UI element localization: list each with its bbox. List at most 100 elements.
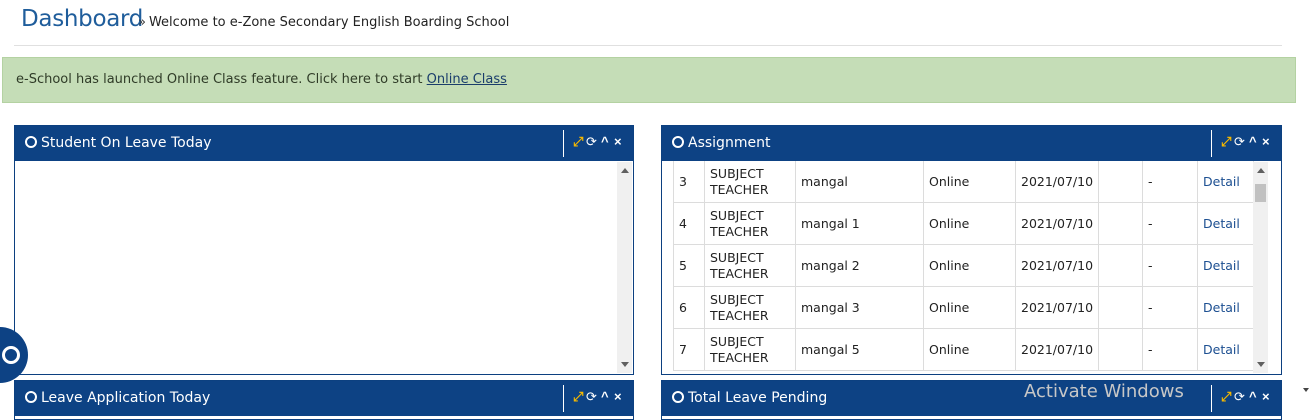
widget-title-text: Student On Leave Today xyxy=(41,135,212,151)
widget-title: Leave Application Today xyxy=(25,390,210,406)
scroll-up-icon[interactable] xyxy=(1257,168,1265,173)
close-icon[interactable]: × xyxy=(614,135,622,149)
mode-cell: Online xyxy=(923,202,1016,245)
mode-cell: Online xyxy=(923,244,1016,287)
collapse-icon[interactable]: ^ xyxy=(1249,390,1257,404)
assignment-title-cell: mangal 5 xyxy=(795,328,924,371)
empty-cell xyxy=(1098,328,1144,371)
teacher-cell: SUBJECT TEACHER xyxy=(704,160,796,203)
empty-cell xyxy=(1098,160,1144,203)
collapse-icon[interactable]: ^ xyxy=(601,390,609,404)
widget-header: Assignment ⤢ ⟳ ^ × xyxy=(662,126,1281,161)
detail-cell: Detail xyxy=(1197,286,1255,329)
student-on-leave-widget: Student On Leave Today ⤢ ⟳ ^ × xyxy=(14,125,634,375)
detail-link[interactable]: Detail xyxy=(1203,174,1240,189)
scroll-down-icon[interactable] xyxy=(621,362,629,367)
table-row: 5 SUBJECT TEACHER mangal 2 Online 2021/07/10… xyxy=(673,244,1255,287)
table-row: 4 SUBJECT TEACHER mangal 1 Online 2021/07/10… xyxy=(673,202,1255,245)
scroll-down-icon[interactable] xyxy=(1257,362,1265,367)
table-row: 6 SUBJECT TEACHER mangal 3 Online 2021/07/10… xyxy=(673,286,1255,329)
welcome-text: Welcome to e-Zone Secondary English Boar… xyxy=(148,15,510,30)
welcome-message: » Welcome to e-Zone Secondary English Boa… xyxy=(138,15,509,30)
teacher-cell: SUBJECT TEACHER xyxy=(704,244,796,287)
mode-cell: Online xyxy=(923,286,1016,329)
detail-link[interactable]: Detail xyxy=(1203,216,1240,231)
clock-icon xyxy=(25,391,37,403)
date-cell: 2021/07/10 xyxy=(1014,328,1100,371)
assignment-title-cell: mangal 2 xyxy=(795,244,924,287)
teacher-cell: SUBJECT TEACHER xyxy=(704,328,796,371)
breadcrumb-separator-icon: » xyxy=(138,15,146,30)
detail-cell: Detail xyxy=(1197,202,1255,245)
page-scroll-down-icon[interactable] xyxy=(1303,388,1309,392)
date-cell: 2021/07/10 xyxy=(1014,160,1100,203)
expand-icon[interactable]: ⤢ xyxy=(573,390,583,404)
detail-link[interactable]: Detail xyxy=(1203,342,1240,357)
widget-title-text: Total Leave Pending xyxy=(688,390,828,406)
online-class-link[interactable]: Online Class xyxy=(427,72,507,87)
collapse-icon[interactable]: ^ xyxy=(1249,135,1257,149)
expand-icon[interactable]: ⤢ xyxy=(1221,135,1231,149)
date-cell: 2021/07/10 xyxy=(1014,202,1100,245)
activate-windows-watermark: Activate Windows xyxy=(1024,381,1184,402)
close-icon[interactable]: × xyxy=(614,390,622,404)
detail-cell: Detail xyxy=(1197,244,1255,287)
widget-header: Student On Leave Today ⤢ ⟳ ^ × xyxy=(15,126,633,161)
expand-icon[interactable]: ⤢ xyxy=(573,135,583,149)
status-cell: - xyxy=(1142,286,1199,329)
teacher-cell: SUBJECT TEACHER xyxy=(704,286,796,329)
page-title: Dashboard xyxy=(21,6,144,32)
scroll-up-icon[interactable] xyxy=(621,168,629,173)
alert-text: e-School has launched Online Class featu… xyxy=(16,72,427,87)
row-number: 5 xyxy=(673,244,705,287)
status-cell: - xyxy=(1142,244,1199,287)
widget-tools: ⤢ ⟳ ^ × xyxy=(1211,385,1281,412)
assignment-title-cell: mangal 3 xyxy=(795,286,924,329)
widget-title: Student On Leave Today xyxy=(25,135,212,151)
page-header: Dashboard » Welcome to e-Zone Secondary E… xyxy=(14,0,1282,46)
detail-cell: Detail xyxy=(1197,160,1255,203)
leave-application-widget: Leave Application Today ⤢ ⟳ ^ × xyxy=(14,380,634,420)
clock-icon xyxy=(672,136,684,148)
row-number: 7 xyxy=(673,328,705,371)
status-cell: - xyxy=(1142,328,1199,371)
collapse-icon[interactable]: ^ xyxy=(601,135,609,149)
clock-icon xyxy=(25,136,37,148)
detail-link[interactable]: Detail xyxy=(1203,300,1240,315)
detail-cell: Detail xyxy=(1197,328,1255,371)
date-cell: 2021/07/10 xyxy=(1014,286,1100,329)
widget-header: Total Leave Pending ⤢ ⟳ ^ × xyxy=(662,381,1281,416)
assignment-title-cell: mangal 1 xyxy=(795,202,924,245)
empty-cell xyxy=(1098,244,1144,287)
scrollbar[interactable] xyxy=(617,162,632,373)
detail-link[interactable]: Detail xyxy=(1203,258,1240,273)
widget-tools: ⤢ ⟳ ^ × xyxy=(1211,130,1281,157)
widget-header: Leave Application Today ⤢ ⟳ ^ × xyxy=(15,381,633,416)
date-cell: 2021/07/10 xyxy=(1014,244,1100,287)
expand-icon[interactable]: ⤢ xyxy=(1221,390,1231,404)
refresh-icon[interactable]: ⟳ xyxy=(586,135,597,149)
widget-tools: ⤢ ⟳ ^ × xyxy=(563,130,633,157)
teacher-cell: SUBJECT TEACHER xyxy=(704,202,796,245)
status-cell: - xyxy=(1142,160,1199,203)
total-leave-pending-widget: Total Leave Pending ⤢ ⟳ ^ × xyxy=(661,380,1282,420)
clock-icon xyxy=(672,391,684,403)
assignment-title-cell: mangal xyxy=(795,160,924,203)
widget-title: Total Leave Pending xyxy=(672,390,827,406)
row-number: 3 xyxy=(673,160,705,203)
row-number: 6 xyxy=(673,286,705,329)
close-icon[interactable]: × xyxy=(1262,390,1270,404)
widget-tools: ⤢ ⟳ ^ × xyxy=(563,385,633,412)
refresh-icon[interactable]: ⟳ xyxy=(586,390,597,404)
scroll-thumb[interactable] xyxy=(1255,184,1266,202)
online-class-alert: e-School has launched Online Class featu… xyxy=(2,57,1296,103)
refresh-icon[interactable]: ⟳ xyxy=(1234,390,1245,404)
refresh-icon[interactable]: ⟳ xyxy=(1234,135,1245,149)
assignment-table: 2Pandeytest by santoshOnline2021/07/13De… xyxy=(673,126,1255,371)
close-icon[interactable]: × xyxy=(1262,135,1270,149)
empty-cell xyxy=(1098,286,1144,329)
empty-cell xyxy=(1098,202,1144,245)
mode-cell: Online xyxy=(923,328,1016,371)
scrollbar[interactable] xyxy=(1253,162,1268,373)
status-cell: - xyxy=(1142,202,1199,245)
